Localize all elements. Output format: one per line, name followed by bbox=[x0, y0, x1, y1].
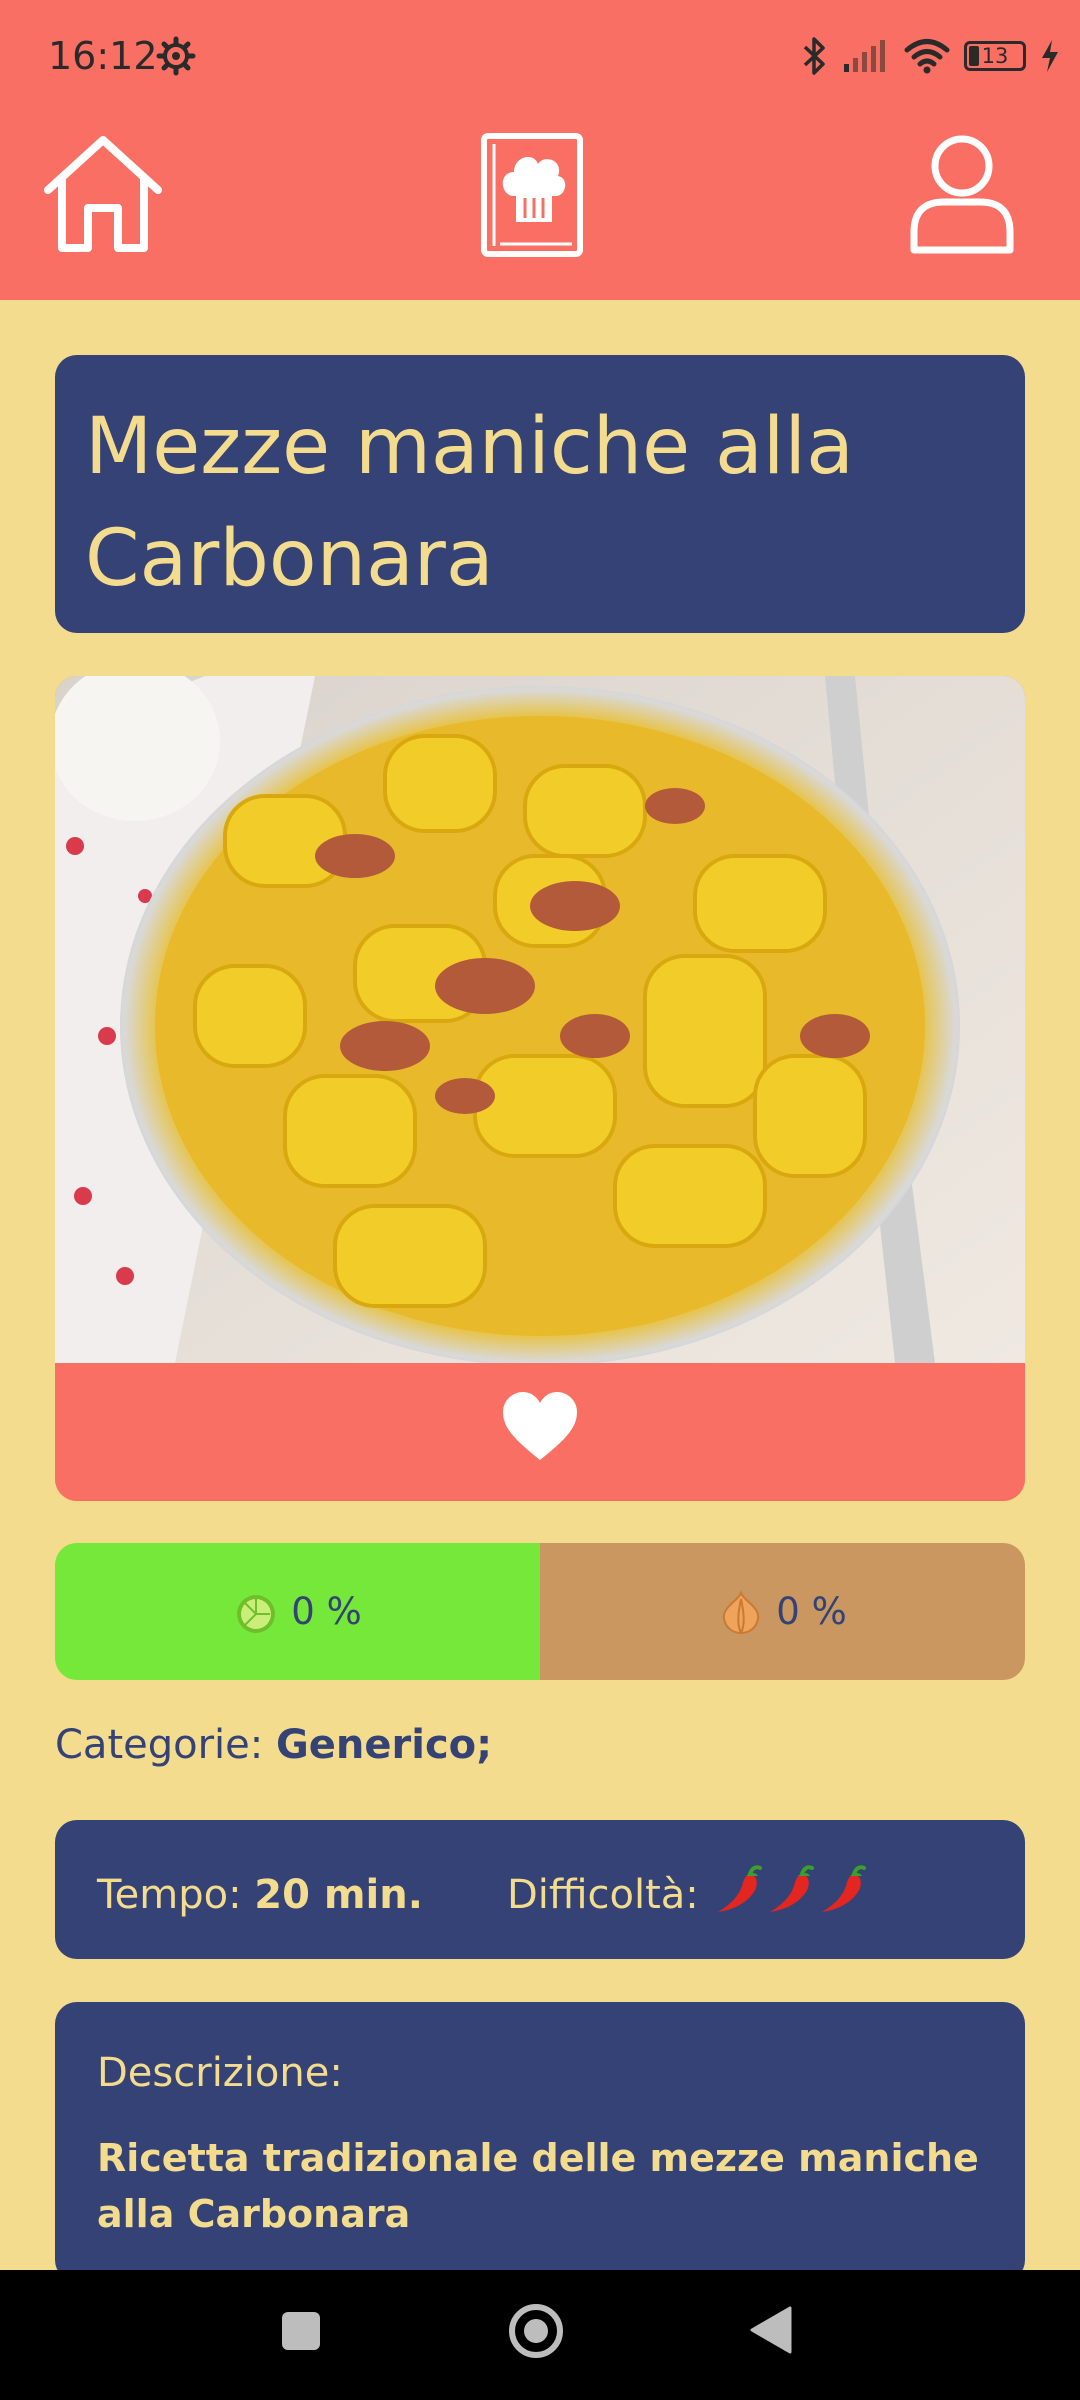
recipe-title: Mezze maniche alla Carbonara bbox=[85, 402, 854, 604]
difficulty-label: Difficoltà: bbox=[506, 1872, 699, 1918]
description-text: Ricetta tradizionale delle mezze maniche… bbox=[97, 2136, 979, 2236]
vegetarian-percent-value: 0 % bbox=[776, 1590, 847, 1633]
vegan-percent-bar: 0 % bbox=[55, 1543, 540, 1680]
description-label: Descrizione: bbox=[97, 2050, 343, 2096]
header-bar: 16:12 13 bbox=[0, 0, 1080, 300]
category-label: Categorie: bbox=[55, 1722, 264, 1768]
chili-pepper-icon bbox=[717, 1865, 762, 1912]
heart-icon[interactable] bbox=[501, 1390, 579, 1462]
bluetooth-icon bbox=[803, 37, 825, 75]
settings-gear-icon bbox=[156, 36, 196, 76]
home-icon[interactable] bbox=[40, 132, 166, 258]
vegan-percent-value: 0 % bbox=[291, 1590, 362, 1633]
onion-icon bbox=[723, 1589, 760, 1634]
recents-square-icon[interactable] bbox=[280, 2310, 322, 2352]
chili-pepper-icon bbox=[821, 1865, 866, 1912]
chef-book-icon[interactable] bbox=[478, 132, 586, 258]
recipe-image-card bbox=[55, 676, 1025, 1501]
back-triangle-icon[interactable] bbox=[750, 2306, 792, 2354]
charging-icon bbox=[1042, 40, 1058, 72]
system-nav-bar bbox=[0, 2270, 1080, 2400]
difficulty-rating bbox=[712, 1864, 868, 1926]
category-value: Generico; bbox=[275, 1722, 493, 1768]
lime-icon bbox=[237, 1594, 276, 1633]
battery-level: 13 bbox=[981, 44, 1009, 68]
time-difficulty-card: Tempo: 20 min. Difficoltà: bbox=[55, 1820, 1025, 1959]
home-circle-icon[interactable] bbox=[508, 2303, 564, 2359]
signal-icon bbox=[844, 40, 885, 72]
vegetarian-percent-bar: 0 % bbox=[540, 1543, 1025, 1680]
battery-indicator: 13 bbox=[964, 41, 1026, 71]
time-label: Tempo: bbox=[97, 1872, 242, 1918]
status-icons: 13 bbox=[802, 34, 1060, 78]
time-value: 20 min. bbox=[254, 1872, 423, 1918]
recipe-title-card: Mezze maniche alla Carbonara bbox=[55, 355, 1025, 633]
user-icon[interactable] bbox=[908, 132, 1016, 258]
status-time: 16:12 bbox=[48, 34, 158, 78]
category-line: Categorie: Generico; bbox=[55, 1722, 492, 1768]
chili-pepper-icon bbox=[769, 1865, 814, 1912]
recipe-photo bbox=[55, 676, 1025, 1363]
status-bar: 16:12 13 bbox=[0, 0, 1080, 110]
description-card: Descrizione: Ricetta tradizionale delle … bbox=[55, 2002, 1025, 2282]
diet-percent-bars: 0 % 0 % bbox=[55, 1543, 1025, 1680]
wifi-icon bbox=[904, 39, 950, 74]
